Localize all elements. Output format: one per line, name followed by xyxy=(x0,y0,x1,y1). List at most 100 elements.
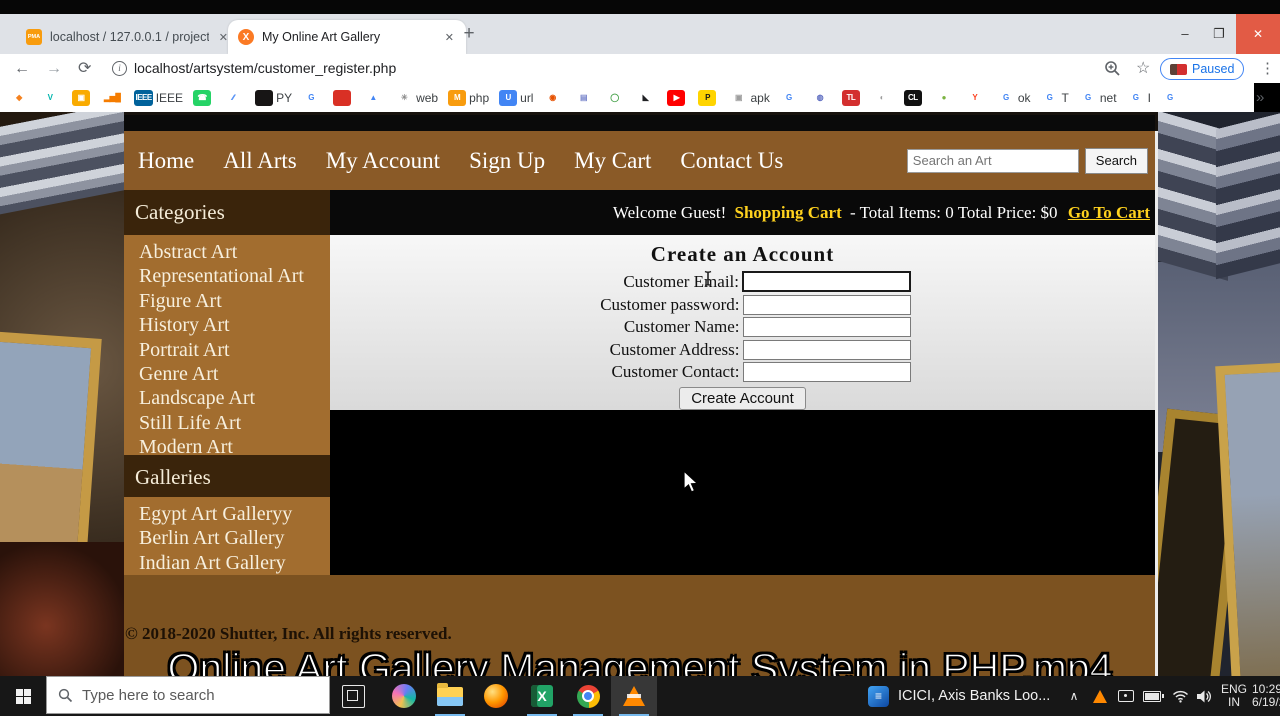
bookmark-item[interactable]: CL xyxy=(904,90,925,106)
battery-icon[interactable] xyxy=(1140,676,1166,716)
bookmark-item[interactable]: ▣ xyxy=(72,90,93,106)
chrome-menu-icon[interactable]: ⋮ xyxy=(1260,54,1275,83)
bookmarks-overflow-icon[interactable]: » xyxy=(1256,83,1264,112)
reload-icon[interactable]: ⟳ xyxy=(78,54,91,83)
category-link[interactable]: Figure Art xyxy=(139,289,330,313)
language-indicator[interactable]: ENG IN xyxy=(1216,676,1252,716)
vlc-icon xyxy=(623,686,645,706)
restore-button[interactable]: ❐ xyxy=(1202,14,1236,54)
art-search-input[interactable] xyxy=(907,149,1079,173)
bookmark-item[interactable]: P xyxy=(698,90,719,106)
bookmark-item[interactable]: ● xyxy=(935,90,956,106)
category-link[interactable]: Abstract Art xyxy=(139,240,330,264)
url-text[interactable]: localhost/artsystem/customer_register.ph… xyxy=(134,54,396,83)
category-link[interactable]: Landscape Art xyxy=(139,386,330,410)
taskbar-app-excel[interactable]: X xyxy=(519,676,565,716)
back-icon[interactable]: ← xyxy=(14,54,30,83)
taskbar-app-copilot[interactable] xyxy=(381,676,427,716)
bookmark-item[interactable]: ▣ apk xyxy=(729,90,769,106)
taskbar-clock[interactable]: 10:29 6/19/2 xyxy=(1252,676,1280,716)
bookmark-item[interactable]: V xyxy=(41,90,62,106)
volume-icon[interactable] xyxy=(1192,676,1216,716)
bookmark-item[interactable]: ☎ xyxy=(193,90,214,106)
task-view-icon[interactable] xyxy=(342,685,365,708)
bookmark-item[interactable]: G xyxy=(780,90,801,106)
taskbar-app-vlc[interactable] xyxy=(611,676,657,716)
bookmark-item[interactable] xyxy=(333,90,354,106)
gallery-link[interactable]: Egypt Art Galleryy xyxy=(139,502,330,526)
zoom-icon[interactable] xyxy=(1104,60,1121,82)
minimize-button[interactable]: – xyxy=(1168,14,1202,54)
bookmark-item[interactable]: PY xyxy=(255,90,292,106)
tray-vlc-icon[interactable] xyxy=(1088,676,1112,716)
go-to-cart-link[interactable]: Go To Cart xyxy=(1068,203,1150,222)
art-search-button[interactable]: Search xyxy=(1085,148,1148,174)
bookmark-item[interactable]: ▶ xyxy=(667,90,688,106)
browser-tab-phpmyadmin[interactable]: PMA localhost / 127.0.0.1 / project / a … xyxy=(16,20,240,54)
wifi-icon[interactable] xyxy=(1168,676,1192,716)
form-input[interactable] xyxy=(742,271,911,292)
gallery-link[interactable]: Berlin Art Gallery xyxy=(139,526,330,550)
bookmark-item[interactable]: ◣ xyxy=(636,90,657,106)
category-link[interactable]: Representational Art xyxy=(139,264,330,288)
bookmark-item[interactable]: ◯ xyxy=(605,90,626,106)
taskbar-app-file-explorer[interactable] xyxy=(427,676,473,716)
bookmark-item[interactable]: ▂▅█ xyxy=(103,90,124,106)
tray-meet-now-icon[interactable] xyxy=(1114,676,1138,716)
form-input[interactable] xyxy=(743,362,911,382)
page-info-icon[interactable]: i xyxy=(112,61,127,76)
bookmark-label: ok xyxy=(1018,91,1031,105)
bookmark-item[interactable]: ✳ web xyxy=(395,90,438,106)
bookmark-favicon xyxy=(255,90,273,106)
form-input[interactable] xyxy=(743,317,911,337)
category-link[interactable]: History Art xyxy=(139,313,330,337)
bookmark-item[interactable]: G xyxy=(302,90,323,106)
bookmark-item[interactable]: ◆ xyxy=(10,90,31,106)
bookmark-item[interactable]: IEEE IEEE xyxy=(134,90,183,106)
bookmark-item[interactable]: G T xyxy=(1041,90,1069,106)
form-row: Customer Email: xyxy=(330,271,1155,292)
close-button[interactable]: ✕ xyxy=(1236,14,1280,54)
nav-link[interactable]: My Cart xyxy=(574,148,651,174)
bookmark-item[interactable]: G ok xyxy=(997,90,1031,106)
form-input[interactable] xyxy=(743,295,911,315)
category-link[interactable]: Genre Art xyxy=(139,362,330,386)
bookmark-item[interactable]: TL xyxy=(842,90,863,106)
category-link[interactable]: Portrait Art xyxy=(139,338,330,362)
start-button[interactable] xyxy=(0,676,46,716)
form-input[interactable] xyxy=(743,340,911,360)
taskbar-app-firefox[interactable] xyxy=(473,676,519,716)
bookmark-item[interactable]: G xyxy=(1161,90,1182,106)
bookmark-item[interactable]: ▤ xyxy=(574,90,595,106)
forward-icon[interactable]: → xyxy=(46,54,62,83)
create-account-button[interactable]: Create Account xyxy=(679,387,806,410)
bookmark-item[interactable]: G net xyxy=(1079,90,1117,106)
site-navbar: Home All Arts My Account Sign Up My Cart Cont… xyxy=(124,131,1155,190)
bookmark-item[interactable]: G I xyxy=(1127,90,1151,106)
nav-link[interactable]: Home xyxy=(138,148,194,174)
browser-tab-art-gallery[interactable]: X My Online Art Gallery ✕ xyxy=(228,20,466,54)
bookmark-item[interactable]: ▲ xyxy=(364,90,385,106)
bookmark-item[interactable]: Y xyxy=(966,90,987,106)
nav-link[interactable]: All Arts xyxy=(223,148,296,174)
bookmark-favicon xyxy=(333,90,351,106)
bookmark-item[interactable]: ◍ xyxy=(811,90,832,106)
nav-link[interactable]: Sign Up xyxy=(469,148,545,174)
gallery-link[interactable]: Indian Art Gallery xyxy=(139,551,330,575)
bookmark-item[interactable]: M php xyxy=(448,90,489,106)
bookmark-item[interactable]: ◐ xyxy=(873,90,894,106)
idm-paused-badge[interactable]: Paused xyxy=(1160,58,1244,80)
new-tab-button[interactable]: + xyxy=(456,22,482,48)
bookmark-item[interactable]: ∕∕ xyxy=(224,90,245,106)
nav-link[interactable]: My Account xyxy=(326,148,440,174)
taskbar-search[interactable]: Type here to search xyxy=(46,676,330,714)
nav-link[interactable]: Contact Us xyxy=(680,148,783,174)
tray-overflow-chevron-icon[interactable]: ∧ xyxy=(1062,676,1086,716)
taskbar-app-chrome[interactable] xyxy=(565,676,611,716)
bookmark-item[interactable]: ◉ xyxy=(543,90,564,106)
news-widget[interactable]: ≡ ICICI, Axis Banks Loo... xyxy=(868,676,1078,716)
bookmark-star-icon[interactable]: ☆ xyxy=(1136,54,1150,83)
tab-close-icon[interactable]: ✕ xyxy=(443,31,456,44)
bookmark-item[interactable]: U url xyxy=(499,90,533,106)
category-link[interactable]: Still Life Art xyxy=(139,411,330,435)
